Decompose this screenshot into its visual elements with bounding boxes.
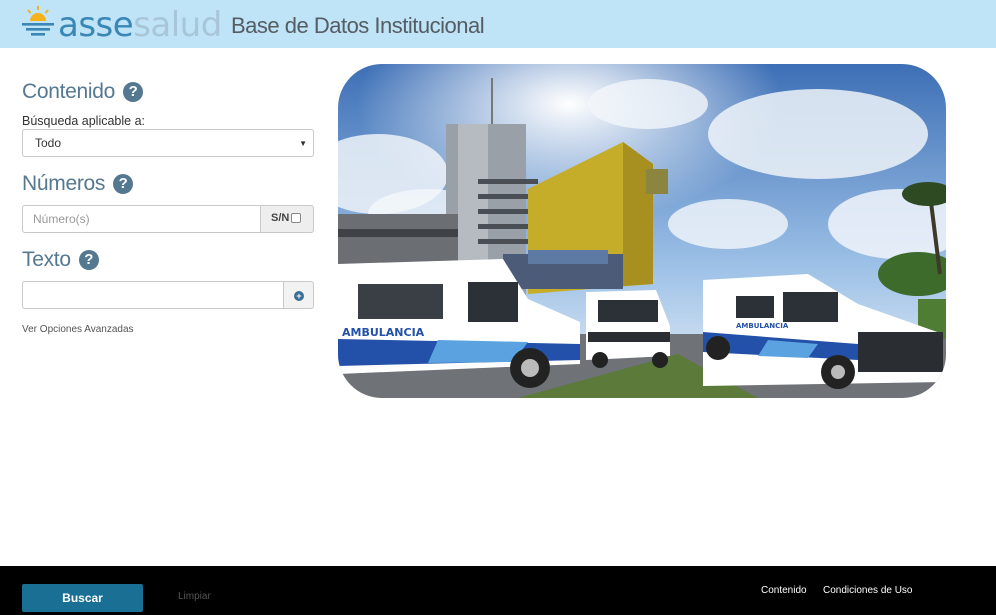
- app-title: Base de Datos Institucional: [231, 13, 485, 38]
- sun-logo-icon: [22, 6, 54, 36]
- search-button[interactable]: Buscar: [22, 584, 143, 612]
- hospital-ambulances-image: AMBULANCIA AMBULANCIA: [338, 64, 946, 398]
- numeros-title-text: Números: [22, 172, 106, 195]
- section-title-texto: Texto ?: [22, 248, 99, 272]
- footer-link-condiciones[interactable]: Condiciones de Uso: [823, 585, 913, 596]
- section-title-contenido: Contenido ?: [22, 80, 144, 104]
- help-icon[interactable]: ?: [113, 174, 134, 194]
- content-type-select[interactable]: Todo ▼: [22, 129, 314, 157]
- logo-text-asse: asse: [58, 5, 134, 45]
- texto-title-text: Texto: [22, 248, 71, 271]
- ambulance-label-left: AMBULANCIA: [342, 326, 425, 339]
- footer-link-contenido[interactable]: Contenido: [761, 585, 807, 596]
- ambulance-label-right: AMBULANCIA: [736, 322, 789, 330]
- contenido-title-text: Contenido: [22, 80, 116, 103]
- logo-text-salud: salud: [133, 5, 222, 45]
- sn-label: S/N: [271, 212, 290, 224]
- plus-circle-icon: +: [294, 291, 304, 301]
- busqueda-label: Búsqueda aplicable a:: [22, 114, 146, 128]
- footer-bar: Buscar Limpiar Contenido Condiciones de …: [0, 566, 996, 615]
- clear-button[interactable]: Limpiar: [178, 591, 211, 602]
- sn-checkbox-group[interactable]: S/N: [261, 205, 314, 233]
- select-value: Todo: [35, 136, 62, 150]
- advanced-options-link[interactable]: Ver Opciones Avanzadas: [22, 324, 134, 335]
- numbers-input[interactable]: Número(s): [22, 205, 261, 233]
- logo-wordmark: assesalud: [58, 5, 222, 45]
- caret-down-icon: ▼: [299, 139, 307, 148]
- help-icon[interactable]: ?: [123, 82, 144, 102]
- add-text-button[interactable]: +: [283, 281, 314, 309]
- text-search-input[interactable]: [22, 281, 284, 309]
- hero-photo: AMBULANCIA AMBULANCIA: [338, 64, 946, 398]
- asse-logo[interactable]: assesalud: [20, 4, 222, 45]
- section-title-numeros: Números ?: [22, 172, 134, 196]
- help-icon[interactable]: ?: [78, 250, 99, 270]
- header: assesalud Base de Datos Institucional: [0, 0, 996, 48]
- sn-checkbox[interactable]: [291, 213, 302, 223]
